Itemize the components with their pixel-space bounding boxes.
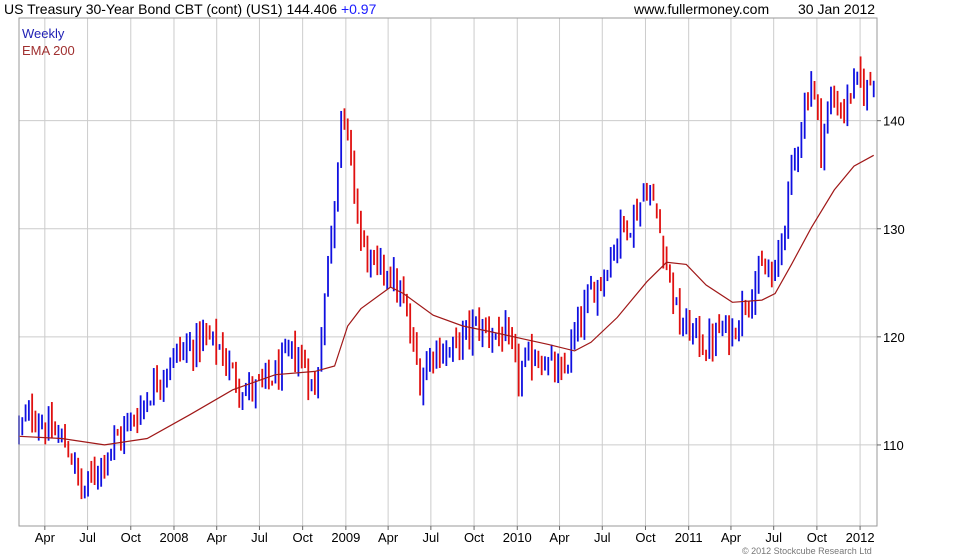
price-chart: 110120130140 Apr Jul Oct 2008 Apr Jul Oct 2009 A… bbox=[18, 17, 905, 545]
x-tick-label: 2011 bbox=[675, 530, 703, 545]
x-tick-label: Jul bbox=[423, 530, 440, 545]
plot-frame bbox=[18, 17, 878, 527]
legend-weekly: Weekly bbox=[22, 26, 65, 41]
x-tick-label: Jul bbox=[765, 530, 782, 545]
x-tick-label: Apr bbox=[549, 530, 570, 545]
x-tick-label: Jul bbox=[594, 530, 611, 545]
legend-ema: EMA 200 bbox=[22, 43, 75, 58]
x-tick-label: Jul bbox=[251, 530, 268, 545]
x-tick-label: 2008 bbox=[160, 530, 189, 545]
y-tick-label: 130 bbox=[883, 222, 905, 237]
x-tick-label: Oct bbox=[635, 530, 656, 545]
x-tick-label: Oct bbox=[464, 530, 485, 545]
x-tick-label: Jul bbox=[79, 530, 96, 545]
x-tick-label: Apr bbox=[721, 530, 742, 545]
grid-lines bbox=[19, 18, 877, 526]
x-tick-label: 2010 bbox=[503, 530, 532, 545]
x-tick-label: Oct bbox=[121, 530, 142, 545]
y-tick-label: 120 bbox=[883, 330, 905, 345]
x-tick-label: Oct bbox=[807, 530, 828, 545]
y-tick-label: 110 bbox=[883, 438, 904, 453]
x-axis: Apr Jul Oct 2008 Apr Jul Oct 2009 Apr Jul Oct 2010 A… bbox=[35, 526, 875, 545]
x-tick-label: 2012 bbox=[846, 530, 875, 545]
y-tick-label: 140 bbox=[883, 114, 905, 129]
x-tick-label: Oct bbox=[293, 530, 314, 545]
x-tick-label: Apr bbox=[378, 530, 399, 545]
y-axis: 110 120 130 140 bbox=[877, 114, 905, 453]
x-tick-label: Apr bbox=[207, 530, 228, 545]
x-tick-label: Apr bbox=[35, 530, 56, 545]
x-tick-label: 2009 bbox=[331, 530, 360, 545]
candles bbox=[18, 56, 875, 500]
